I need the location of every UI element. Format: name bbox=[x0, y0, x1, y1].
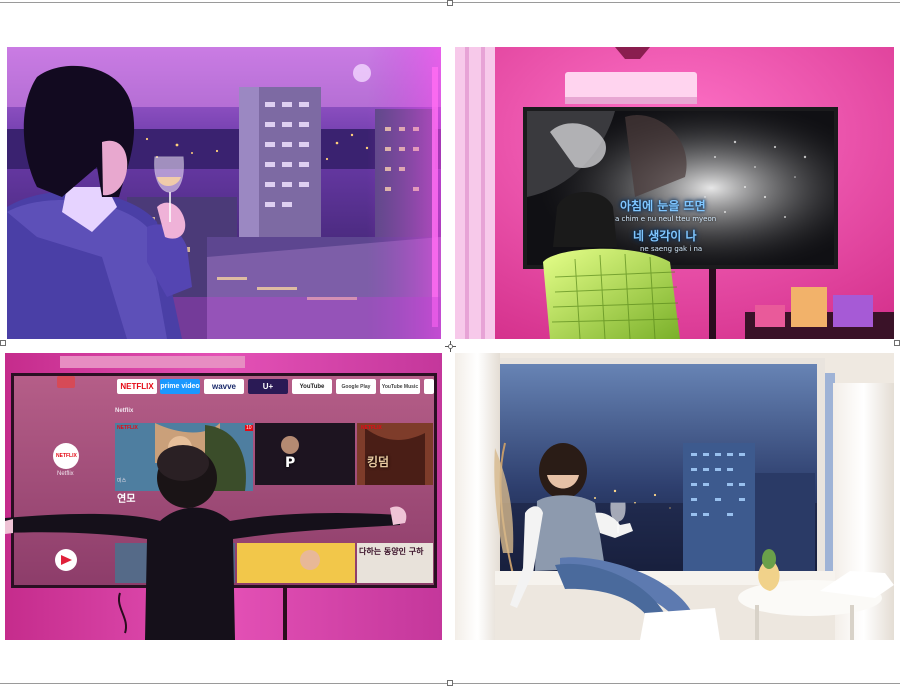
photo-wine-cityview bbox=[7, 47, 441, 339]
app-uplus[interactable]: U+ bbox=[248, 379, 288, 394]
badge-top10: 10 bbox=[245, 425, 253, 431]
app-youtube-music[interactable]: YouTube Music bbox=[380, 379, 420, 394]
photo-tv-netflix: NETFLIX prime video wavve U+ YouTube Goo… bbox=[5, 353, 442, 640]
poster-3-badge: NETFLIX bbox=[361, 425, 382, 431]
poster-1-badge: NETFLIX bbox=[117, 425, 138, 431]
photo-window-sitting bbox=[455, 353, 894, 640]
resize-handle-bottom[interactable] bbox=[447, 680, 453, 686]
app-youtube[interactable]: YouTube bbox=[292, 379, 332, 394]
app-google-play[interactable]: Google Play bbox=[336, 379, 376, 394]
lyric-romanization-1: a chim e nu neul tteu myeon bbox=[615, 215, 717, 223]
app-extra[interactable] bbox=[424, 379, 434, 394]
lyric-line-2: 네 생각이 나 bbox=[633, 229, 697, 243]
bottom-title: 다하는 동양인 구하 bbox=[359, 547, 424, 556]
poster-3-title: 킹덤 bbox=[367, 455, 390, 469]
sidebar-netflix-icon-text[interactable]: NETFLIX bbox=[56, 453, 77, 459]
tag-1: 미스 bbox=[117, 478, 127, 484]
row-title: Netflix bbox=[115, 408, 134, 414]
info-title: 연모 bbox=[117, 494, 136, 505]
poster-2-title: P bbox=[285, 455, 296, 471]
resize-handle-top[interactable] bbox=[447, 0, 453, 6]
lyric-line-1: 아침에 눈을 뜨면 bbox=[620, 199, 706, 213]
resize-handle-right[interactable] bbox=[894, 340, 900, 346]
app-prime-video[interactable]: prime video bbox=[160, 379, 200, 394]
lyric-romanization-2: ne saeng gak i na bbox=[640, 245, 703, 253]
move-crosshair-icon[interactable] bbox=[445, 339, 456, 352]
app-netflix[interactable]: NETFLIX bbox=[117, 379, 157, 394]
photo-karaoke-tv: 아침에 눈을 뜨면 a chim e nu neul tteu myeon 네 … bbox=[455, 47, 894, 339]
sidebar-netflix-label: Netflix bbox=[57, 471, 74, 477]
resize-handle-left[interactable] bbox=[0, 340, 6, 346]
app-wavve[interactable]: wavve bbox=[204, 379, 244, 394]
